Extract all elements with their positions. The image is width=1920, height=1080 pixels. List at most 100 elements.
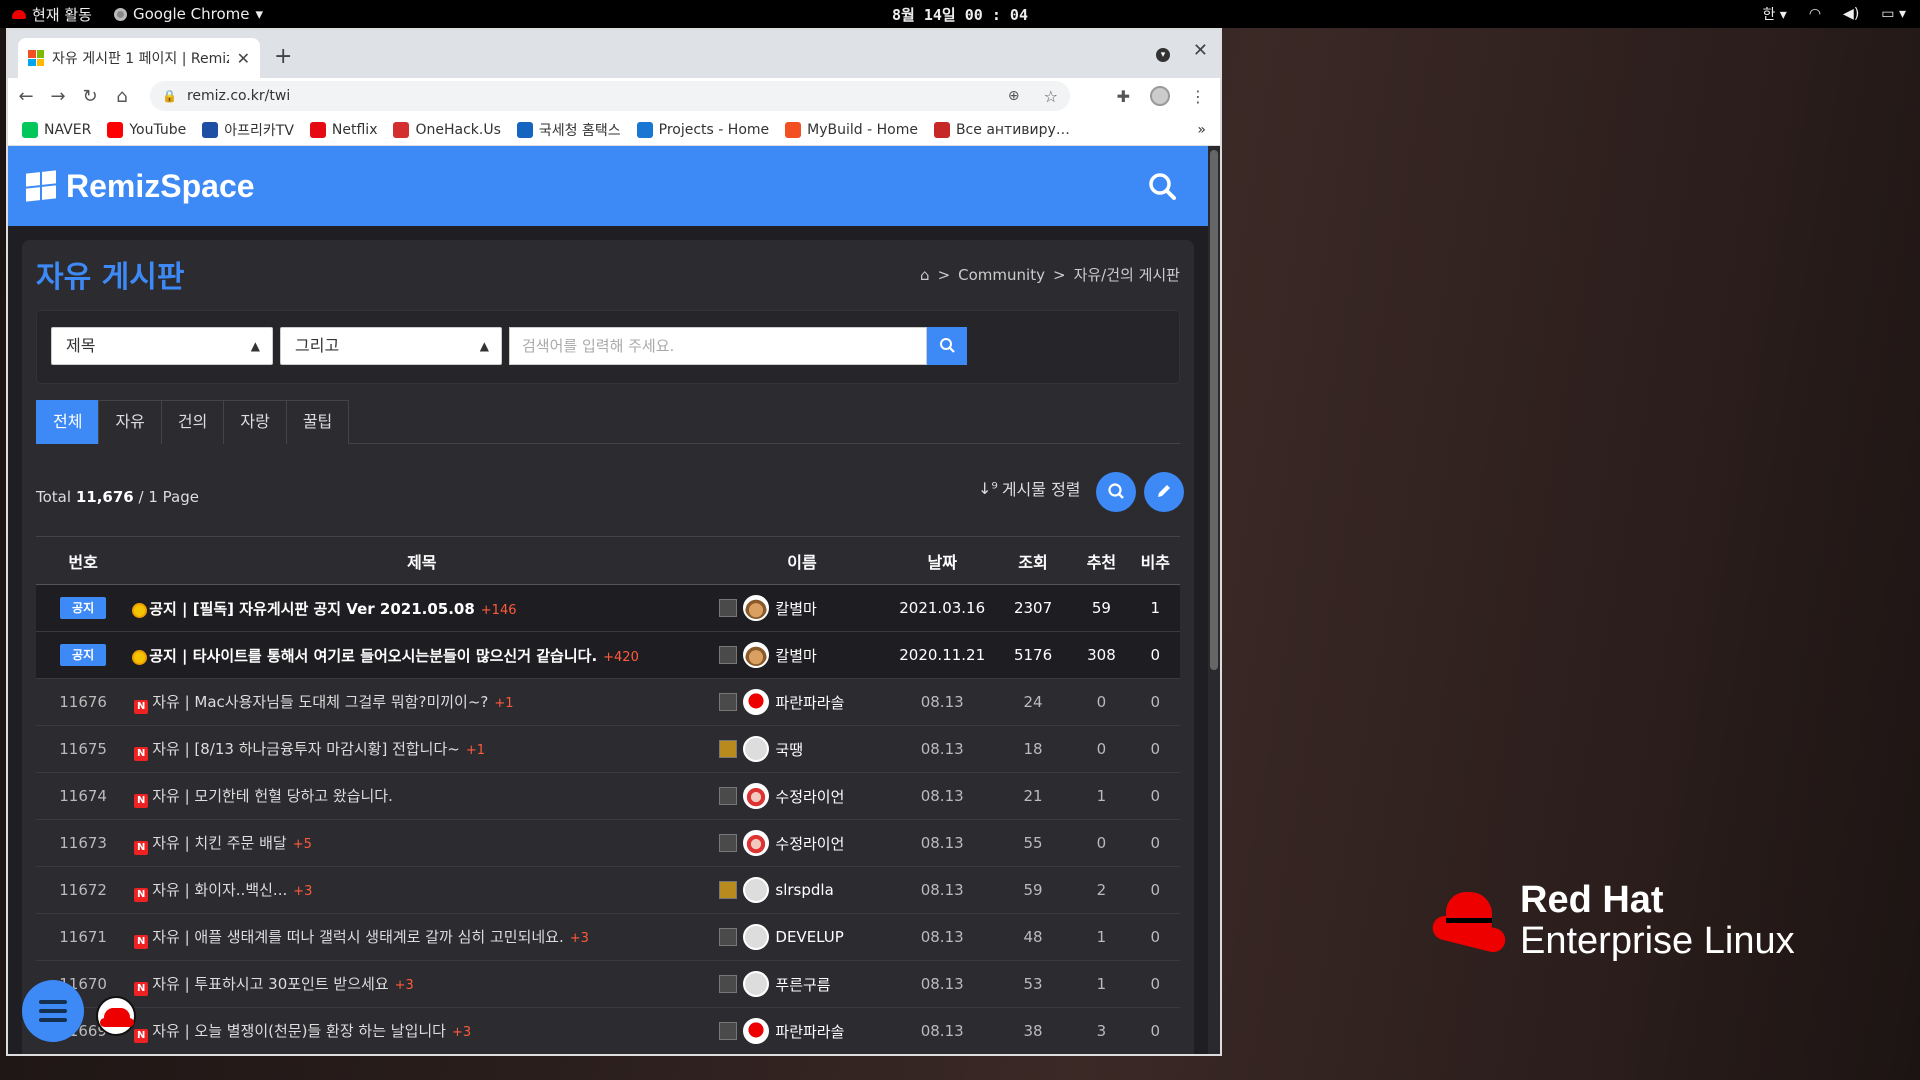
avatar[interactable]: [743, 924, 770, 950]
post-subject[interactable]: 자유 | 모기한테 헌혈 당하고 왔습니다.: [152, 787, 393, 805]
subject-cell[interactable]: 공지 | [필독] 자유게시판 공지 Ver 2021.05.08 +146: [130, 584, 714, 632]
avatar[interactable]: [743, 736, 770, 762]
author-name[interactable]: 파란파라솔: [775, 692, 844, 713]
author-name[interactable]: slrspdla: [775, 881, 833, 899]
col-date[interactable]: 날짜: [890, 536, 994, 585]
subject-cell[interactable]: N 자유 | 치킨 주문 배달 +5: [130, 819, 714, 867]
bookmark-item[interactable]: YouTube: [107, 120, 186, 140]
breadcrumb-community[interactable]: Community: [958, 266, 1045, 284]
avatar[interactable]: [743, 830, 770, 856]
avatar[interactable]: [743, 877, 770, 903]
window-close-icon[interactable]: ✕: [1193, 40, 1208, 61]
new-tab-button[interactable]: +: [274, 44, 292, 69]
subject-cell[interactable]: N 자유 | 화이자..백신... +3: [130, 866, 714, 914]
reload-icon[interactable]: ↻: [82, 86, 98, 107]
bookmark-item[interactable]: 국세청 홈택스: [516, 120, 621, 140]
header-search-icon[interactable]: [1148, 172, 1176, 200]
avatar[interactable]: [743, 595, 770, 621]
author-name[interactable]: 칼별마: [775, 598, 816, 619]
battery-icon[interactable]: ▭ ▾: [1881, 6, 1906, 22]
tab-close-icon[interactable]: ✕: [237, 49, 250, 68]
volume-icon[interactable]: ◀): [1843, 6, 1859, 22]
author-name[interactable]: 푸른구름: [775, 974, 830, 995]
table-row[interactable]: 11676 N 자유 | Mac사용자님들 도대체 그걸루 뭐함?미끼이~? +1 …: [36, 678, 1180, 726]
category-tab[interactable]: 전체: [36, 400, 100, 444]
avatar[interactable]: [743, 689, 770, 715]
author-cell[interactable]: slrspdla: [713, 866, 891, 914]
post-subject[interactable]: 공지 | 타사이트를 통해서 여기로 들어오시는분들이 많으신거 같습니다.: [149, 647, 597, 665]
author-name[interactable]: 수정라이언: [775, 786, 844, 807]
menu-kebab-icon[interactable]: ⋮: [1190, 87, 1206, 106]
table-row[interactable]: 공지 공지 | 타사이트를 통해서 여기로 들어오시는분들이 많으신거 같습니다…: [36, 631, 1180, 679]
table-row[interactable]: 11674 N 자유 | 모기한테 헌혈 당하고 왔습니다. 수정라이언 08.1…: [36, 772, 1180, 820]
subject-cell[interactable]: N 자유 | 투표하시고 30포인트 받으세요 +3: [130, 960, 714, 1008]
table-row[interactable]: 공지 공지 | [필독] 자유게시판 공지 Ver 2021.05.08 +146…: [36, 584, 1180, 632]
post-subject[interactable]: 자유 | 치킨 주문 배달: [152, 834, 287, 852]
post-subject[interactable]: 공지 | [필독] 자유게시판 공지 Ver 2021.05.08: [149, 600, 475, 618]
author-name[interactable]: DEVELUP: [775, 928, 843, 946]
avatar[interactable]: [743, 642, 770, 668]
author-cell[interactable]: 국땡: [713, 725, 891, 773]
author-name[interactable]: 파란파라솔: [775, 1021, 844, 1042]
search-logic-select[interactable]: 그리고 ▲: [280, 327, 502, 365]
table-row[interactable]: 11673 N 자유 | 치킨 주문 배달 +5 수정라이언 08.13 55 0 …: [36, 819, 1180, 867]
subject-cell[interactable]: N 자유 | 애플 생태계를 떠나 갤럭시 생태계로 갈까 심히 고민되네요. +3: [130, 913, 714, 961]
tab-search-icon[interactable]: ▾: [1156, 48, 1170, 62]
bookmark-item[interactable]: Все антивиру…: [933, 120, 1070, 140]
forward-icon[interactable]: →: [50, 86, 66, 107]
post-subject[interactable]: 자유 | 오늘 별쟁이(천문)들 환장 하는 날입니다: [152, 1022, 446, 1040]
avatar[interactable]: [743, 1018, 770, 1044]
page-scrollbar[interactable]: [1208, 146, 1220, 1054]
floating-menu-button[interactable]: [22, 980, 84, 1042]
category-tab[interactable]: 자유: [98, 400, 162, 444]
profile-avatar-icon[interactable]: [1150, 86, 1170, 106]
bookmark-item[interactable]: Netflix: [309, 120, 377, 140]
write-post-button[interactable]: [1144, 472, 1184, 512]
table-row[interactable]: 11670 N 자유 | 투표하시고 30포인트 받으세요 +3 푸른구름 08.1…: [36, 960, 1180, 1008]
col-author[interactable]: 이름: [713, 536, 891, 585]
zoom-icon[interactable]: ⊕: [1008, 88, 1020, 104]
author-cell[interactable]: DEVELUP: [713, 913, 891, 961]
clock[interactable]: 8월 14일 00 : 04: [892, 4, 1028, 25]
category-tab[interactable]: 자랑: [223, 400, 287, 444]
address-bar[interactable]: 🔒 remiz.co.kr/twi ⊕ ☆: [150, 81, 1070, 111]
app-menu[interactable]: Google Chrome ▾: [113, 5, 263, 23]
col-downvotes[interactable]: 비추: [1130, 536, 1180, 585]
table-row[interactable]: 11675 N 자유 | [8/13 하나금융투자 마감시황] 전합니다~ +1 국…: [36, 725, 1180, 773]
extensions-icon[interactable]: ✚: [1117, 87, 1130, 106]
table-row[interactable]: 11671 N 자유 | 애플 생태계를 떠나 갤럭시 생태계로 갈까 심히 고민…: [36, 913, 1180, 961]
bookmark-item[interactable]: MyBuild - Home: [785, 120, 918, 140]
author-name[interactable]: 칼별마: [775, 645, 816, 666]
site-logo[interactable]: RemizSpace: [26, 168, 255, 205]
table-row[interactable]: 11672 N 자유 | 화이자..백신... +3 slrspdla 08.13 …: [36, 866, 1180, 914]
post-subject[interactable]: 자유 | 화이자..백신...: [152, 881, 287, 899]
table-row[interactable]: 11669 N 자유 | 오늘 별쟁이(천문)들 환장 하는 날입니다 +3 파란파…: [36, 1007, 1180, 1054]
search-field-select[interactable]: 제목 ▲: [51, 327, 273, 365]
bookmark-star-icon[interactable]: ☆: [1044, 87, 1058, 106]
back-icon[interactable]: ←: [18, 86, 34, 107]
author-name[interactable]: 국땡: [775, 739, 803, 760]
bookmark-item[interactable]: OneHack.Us: [393, 120, 501, 140]
author-name[interactable]: 수정라이언: [775, 833, 844, 854]
sort-button[interactable]: ↓⁹ 게시물 정렬: [978, 476, 1081, 500]
col-subject[interactable]: 제목: [130, 536, 714, 585]
author-cell[interactable]: 수정라이언: [713, 819, 891, 867]
lock-icon[interactable]: 🔒: [162, 89, 177, 103]
post-subject[interactable]: 자유 | Mac사용자님들 도대체 그걸루 뭐함?미끼이~?: [152, 693, 488, 711]
category-tab[interactable]: 건의: [160, 400, 225, 444]
bookmark-item[interactable]: 아프리카TV: [202, 120, 294, 140]
post-subject[interactable]: 자유 | 애플 생태계를 떠나 갤럭시 생태계로 갈까 심히 고민되네요.: [152, 928, 564, 946]
scrollbar-thumb[interactable]: [1210, 150, 1218, 670]
post-subject[interactable]: 자유 | 투표하시고 30포인트 받으세요: [152, 975, 388, 993]
category-tab[interactable]: 꿀팁: [285, 400, 350, 444]
subject-cell[interactable]: N 자유 | 오늘 별쟁이(천문)들 환장 하는 날입니다 +3: [130, 1007, 714, 1054]
avatar[interactable]: [743, 971, 770, 997]
author-cell[interactable]: 칼별마: [713, 631, 891, 679]
author-cell[interactable]: 칼별마: [713, 584, 891, 632]
subject-cell[interactable]: N 자유 | Mac사용자님들 도대체 그걸루 뭐함?미끼이~? +1: [130, 678, 714, 726]
subject-cell[interactable]: 공지 | 타사이트를 통해서 여기로 들어오시는분들이 많으신거 같습니다. +4…: [130, 631, 714, 679]
bookmark-item[interactable]: NAVER: [22, 120, 91, 140]
home-icon[interactable]: ⌂: [114, 86, 130, 107]
activities-button[interactable]: 현재 활동: [12, 4, 92, 25]
post-subject[interactable]: 자유 | [8/13 하나금융투자 마감시황] 전합니다~: [152, 740, 460, 758]
